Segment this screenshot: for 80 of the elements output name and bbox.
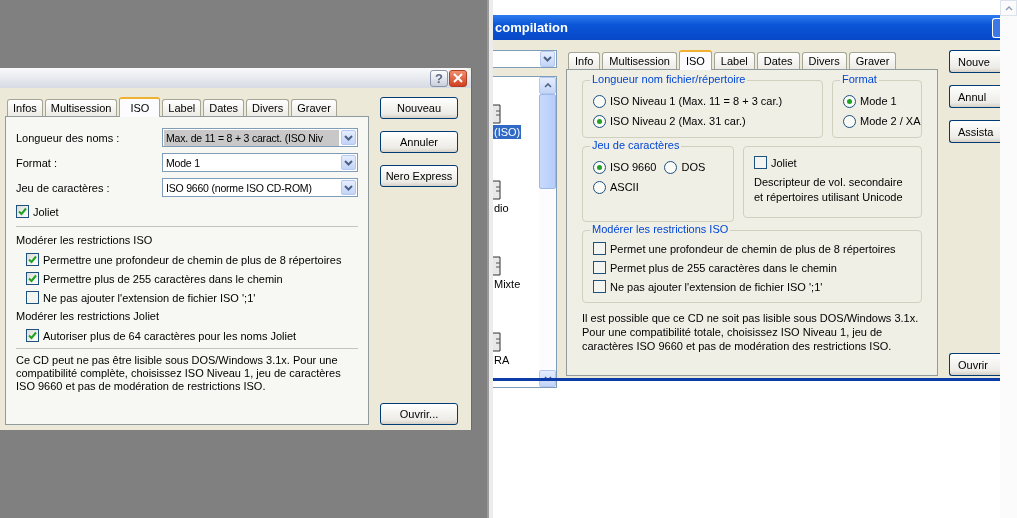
list-item[interactable]: (ISO) <box>493 125 522 139</box>
tab[interactable]: Dates <box>756 52 800 69</box>
dialog-button[interactable]: Nouve <box>949 50 1000 73</box>
tab[interactable]: ISO <box>119 97 161 117</box>
radio-label: Mode 1 <box>860 95 897 107</box>
radio-label: ISO Niveau 1 (Max. 11 = 8 + 3 car.) <box>610 95 783 107</box>
checkbox-label: Joliet <box>771 156 797 169</box>
window-title: compilation <box>494 20 568 35</box>
radio-button[interactable] <box>593 160 606 174</box>
dropdown[interactable]: Mode 1 <box>162 153 358 172</box>
radio-button[interactable] <box>593 94 606 108</box>
radio-label: ASCII <box>610 181 639 193</box>
open-button[interactable]: Ouvrir... <box>380 403 458 425</box>
checkbox-label: Permettre une profondeur de chemin de plus de 8 répertoires <box>43 253 342 266</box>
tab[interactable]: Label <box>713 52 755 69</box>
radio-label: ISO 9660 <box>610 161 657 173</box>
checkbox-label: Joliet <box>33 205 59 218</box>
tab[interactable]: Label <box>162 99 202 116</box>
section-title: Modérer les restrictions ISO <box>16 233 154 248</box>
tab[interactable]: Multisession <box>44 99 118 116</box>
description-text: Descripteur de vol. secondaire et répertoires utilisant Unicode <box>754 175 904 205</box>
checkbox[interactable] <box>26 291 39 304</box>
checkbox-label: Permet plus de 255 caractères dans le chemin <box>610 261 837 274</box>
checkbox[interactable] <box>26 272 39 285</box>
open-button[interactable]: Ouvrir <box>949 353 1000 376</box>
checkbox[interactable] <box>26 253 39 266</box>
radio-button[interactable] <box>593 180 606 194</box>
checkbox[interactable] <box>16 205 29 218</box>
group-title: Modérer les restrictions ISO <box>590 223 731 235</box>
checkbox-label: Permettre plus de 255 caractères dans le chemin <box>43 272 283 285</box>
title-bar-button[interactable] <box>992 17 1000 38</box>
radio-label: ISO Niveau 2 (Max. 31 car.) <box>610 115 746 127</box>
dropdown[interactable]: Max. de 11 = 8 + 3 caract. (ISO Niv <box>162 128 358 147</box>
list-item[interactable]: Mixte <box>493 277 522 291</box>
group-title: Format <box>840 73 879 85</box>
checkbox-label: Autoriser plus de 64 caractères pour les noms Joliet <box>43 329 297 342</box>
dropdown[interactable] <box>493 50 557 68</box>
checkbox[interactable] <box>593 261 606 274</box>
field-label: Longueur des noms : <box>16 131 121 144</box>
tab[interactable]: Infos <box>7 99 43 116</box>
dialog-button[interactable]: Annuler <box>380 131 458 153</box>
help-button[interactable]: ? <box>430 69 448 87</box>
field-label: Format : <box>16 156 58 169</box>
radio-label: DOS <box>681 161 706 173</box>
tab[interactable]: Divers <box>246 99 290 116</box>
close-button[interactable] <box>449 69 467 87</box>
tab[interactable]: Graver <box>291 99 337 116</box>
group-title: Longueur nom fichier/répertoire <box>590 73 748 85</box>
tab[interactable]: Graver <box>848 52 897 69</box>
close-icon <box>453 73 463 83</box>
radio-button[interactable] <box>664 160 678 174</box>
checkbox-label: Permet une profondeur de chemin de plus de 8 répertoires <box>610 242 896 255</box>
dropdown[interactable]: ISO 9660 (norme ISO CD-ROM) <box>162 178 358 197</box>
radio-button[interactable] <box>593 114 606 128</box>
checkbox[interactable] <box>593 280 606 293</box>
group-title: Jeu de caractères <box>590 139 682 151</box>
scrollbar[interactable] <box>539 77 556 387</box>
radio-button[interactable] <box>843 94 856 108</box>
list-item[interactable]: dio <box>493 201 510 215</box>
tab[interactable]: ISO <box>678 50 712 70</box>
tab[interactable]: Info <box>568 52 601 69</box>
checkbox-label: Ne pas ajouter l'extension de fichier ISO ';1' <box>43 291 256 304</box>
dialog-button[interactable]: Nero Express <box>380 165 458 187</box>
dialog-button[interactable]: Annul <box>949 85 1000 108</box>
tab[interactable]: Dates <box>203 99 244 116</box>
list-item[interactable]: RA <box>493 353 511 367</box>
field-label: Jeu de caractères : <box>16 181 111 194</box>
radio-label: Mode 2 / XA <box>860 115 921 127</box>
info-text: Il est possible que ce CD ne soit pas lisible sous DOS/Windows 3.1x. Pour une compatibilité totale, choisissez ISO Niveau 1, jeu de caractères ISO 9660 et pas de modération des restrictions ISO. <box>582 311 920 353</box>
checkbox-label: Ne pas ajouter l'extension de fichier ISO ';1' <box>610 280 823 293</box>
dialog-button[interactable]: Assista <box>949 120 1000 143</box>
tab[interactable]: Divers <box>801 52 847 69</box>
checkbox[interactable] <box>26 329 39 342</box>
radio-button[interactable] <box>843 114 856 128</box>
checkbox[interactable] <box>754 156 767 169</box>
section-title: Modérer les restrictions Joliet <box>16 309 161 324</box>
dialog-button[interactable]: Nouveau <box>380 97 458 119</box>
tab[interactable]: Multisession <box>602 52 677 69</box>
info-text: Ce CD peut ne pas être lisible sous DOS/Windows 3.1x. Pour une compatibilité complète, choisissez ISO Niveau 1, jeu de caractères ISO 9660 et pas de modération de restrictions ISO. <box>16 354 342 393</box>
checkbox[interactable] <box>593 242 606 255</box>
